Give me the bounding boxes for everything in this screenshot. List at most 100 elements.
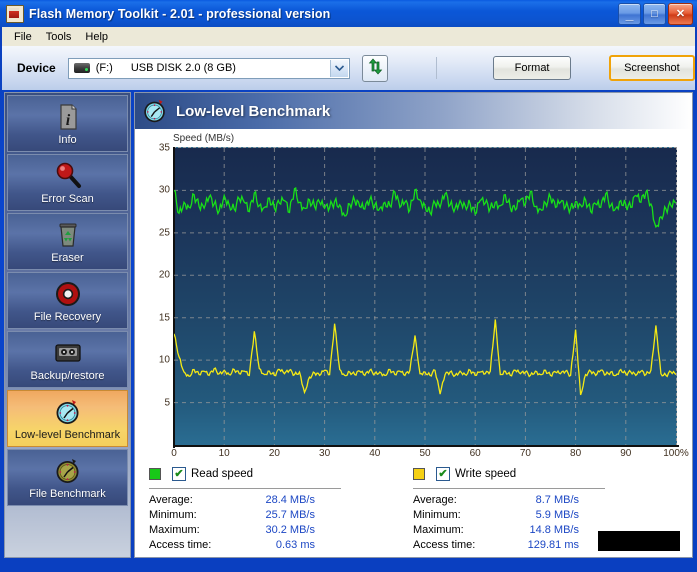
benchmark-chart: Speed (MB/s) 5 10 15 20 25 30 35 0 10 20 30 40 50 60 7… <box>135 129 692 459</box>
read-color-swatch <box>149 468 161 480</box>
chart-y-tick: 30 <box>158 184 170 196</box>
stat-key: Minimum: <box>149 509 197 521</box>
sidebar-item-backup-restore[interactable]: Backup/restore <box>7 331 128 388</box>
stat-value: 28.4 MB/s <box>265 494 315 506</box>
stat-key: Access time: <box>149 539 212 551</box>
write-legend-label: Write speed <box>455 468 517 480</box>
chart-y-tick: 35 <box>158 142 170 154</box>
sidebar-item-label: File Benchmark <box>29 487 106 500</box>
sidebar-item-file-benchmark[interactable]: File Benchmark <box>7 449 128 506</box>
chevron-down-icon[interactable] <box>330 59 349 77</box>
minimize-button[interactable]: _ <box>618 3 641 25</box>
divider <box>413 488 605 489</box>
maximize-button[interactable]: □ <box>643 3 666 25</box>
read-speed-stats: ✔ Read speed Average: 28.4 MB/s Minimum:… <box>149 465 389 557</box>
status-bar <box>0 562 697 572</box>
maximize-icon: □ <box>651 7 658 20</box>
stopwatch-blue-icon <box>141 97 169 125</box>
toolbar-separator <box>436 57 438 79</box>
chart-plot-area: 5 10 15 20 25 30 35 0 10 20 30 40 50 60 70 80 90 100% <box>159 143 689 460</box>
chart-x-tick: 90 <box>620 448 632 459</box>
cassette-tape-icon <box>53 338 83 368</box>
chart-x-tick: 70 <box>519 448 531 459</box>
stat-key: Maximum: <box>413 524 464 536</box>
minimize-icon: _ <box>625 6 634 22</box>
title-bar: Flash Memory Toolkit - 2.01 - profession… <box>0 0 697 27</box>
stat-value: 8.7 MB/s <box>535 494 579 506</box>
chart-x-tick: 40 <box>369 448 381 459</box>
chart-x-tick: 60 <box>469 448 481 459</box>
device-label: Device <box>17 61 56 75</box>
sidebar-item-label: Info <box>58 133 77 146</box>
write-legend: ✔ Write speed <box>413 465 653 483</box>
window-title: Flash Memory Toolkit - 2.01 - profession… <box>29 6 331 21</box>
lifering-icon <box>53 279 83 309</box>
chart-x-tick: 30 <box>319 448 331 459</box>
chart-x-axis <box>173 445 679 447</box>
svg-text:i: i <box>65 112 70 129</box>
chart-x-tick: 0 <box>171 448 177 459</box>
refresh-arrows-icon <box>367 58 384 78</box>
chart-svg <box>174 148 676 445</box>
sidebar-item-label: Low-level Benchmark <box>14 428 121 441</box>
sidebar-item-label: Error Scan <box>41 192 94 205</box>
read-speed-checkbox[interactable]: ✔ <box>172 467 186 481</box>
write-color-swatch <box>413 468 425 480</box>
usb-drive-icon <box>73 63 90 73</box>
write-speed-checkbox[interactable]: ✔ <box>436 467 450 481</box>
menu-bar: File Tools Help <box>2 27 695 46</box>
chart-y-tick: 10 <box>158 354 170 366</box>
magnifier-icon <box>53 161 83 191</box>
menu-item-help[interactable]: Help <box>78 29 115 45</box>
stat-row: Access time: 0.63 ms <box>149 538 389 553</box>
stat-value: 5.9 MB/s <box>535 509 579 521</box>
toolbar: Device (F:) USB DISK 2.0 (8 GB) Format S… <box>2 46 696 90</box>
chart-x-tick: 100% <box>663 448 689 459</box>
read-legend: ✔ Read speed <box>149 465 389 483</box>
menu-item-file[interactable]: File <box>7 29 39 45</box>
sidebar-item-file-recovery[interactable]: File Recovery <box>7 272 128 329</box>
refresh-button[interactable] <box>362 54 389 82</box>
stat-row: Minimum: 25.7 MB/s <box>149 508 389 523</box>
sidebar-item-label: File Recovery <box>33 310 102 323</box>
stat-key: Maximum: <box>149 524 200 536</box>
chart-y-axis-title: Speed (MB/s) <box>173 133 235 144</box>
chart-x-tick: 10 <box>218 448 230 459</box>
divider <box>149 488 341 489</box>
sidebar-item-low-level-benchmark[interactable]: Low-level Benchmark <box>7 390 128 447</box>
device-drive-letter: (F:) <box>95 62 113 74</box>
screenshot-button[interactable]: Screenshot <box>608 55 696 81</box>
stat-row: Maximum: 30.2 MB/s <box>149 523 389 538</box>
chart-y-tick: 15 <box>158 312 170 324</box>
stat-row: Average: 28.4 MB/s <box>149 493 389 508</box>
stopwatch-blue-icon <box>53 397 83 427</box>
chart-x-tick: 20 <box>268 448 280 459</box>
stat-row: Minimum: 5.9 MB/s <box>413 508 653 523</box>
chart-y-tick: 5 <box>164 397 170 409</box>
format-button[interactable]: Format <box>493 56 571 80</box>
sidebar-item-error-scan[interactable]: Error Scan <box>7 154 128 211</box>
device-dropdown[interactable]: (F:) USB DISK 2.0 (8 GB) <box>67 57 351 79</box>
chart-x-tick: 80 <box>570 448 582 459</box>
chart-y-tick: 25 <box>158 227 170 239</box>
stat-value: 129.81 ms <box>527 539 579 551</box>
sidebar: i Info Error Scan Eraser File Recovery B… <box>4 92 131 558</box>
application-window: Flash Memory Toolkit - 2.01 - profession… <box>0 0 697 572</box>
device-name: USB DISK 2.0 (8 GB) <box>130 62 236 74</box>
info-document-icon: i <box>53 102 83 132</box>
sidebar-item-eraser[interactable]: Eraser <box>7 213 128 270</box>
stat-key: Minimum: <box>413 509 461 521</box>
stat-value: 14.8 MB/s <box>529 524 579 536</box>
close-button[interactable]: ✕ <box>668 3 693 25</box>
stopwatch-olive-icon <box>53 456 83 486</box>
content-pane: Low-level Benchmark Speed (MB/s) 5 10 15 20… <box>134 92 693 558</box>
sidebar-item-info[interactable]: i Info <box>7 95 128 152</box>
chart-y-tick: 20 <box>158 269 170 281</box>
content-header: Low-level Benchmark <box>135 93 692 129</box>
redacted-area <box>598 531 680 551</box>
chart-x-tick: 50 <box>419 448 431 459</box>
page-title: Low-level Benchmark <box>176 102 331 120</box>
stats-panel: ✔ Read speed Average: 28.4 MB/s Minimum:… <box>135 465 692 557</box>
menu-item-tools[interactable]: Tools <box>39 29 79 45</box>
sidebar-item-label: Eraser <box>51 251 84 264</box>
